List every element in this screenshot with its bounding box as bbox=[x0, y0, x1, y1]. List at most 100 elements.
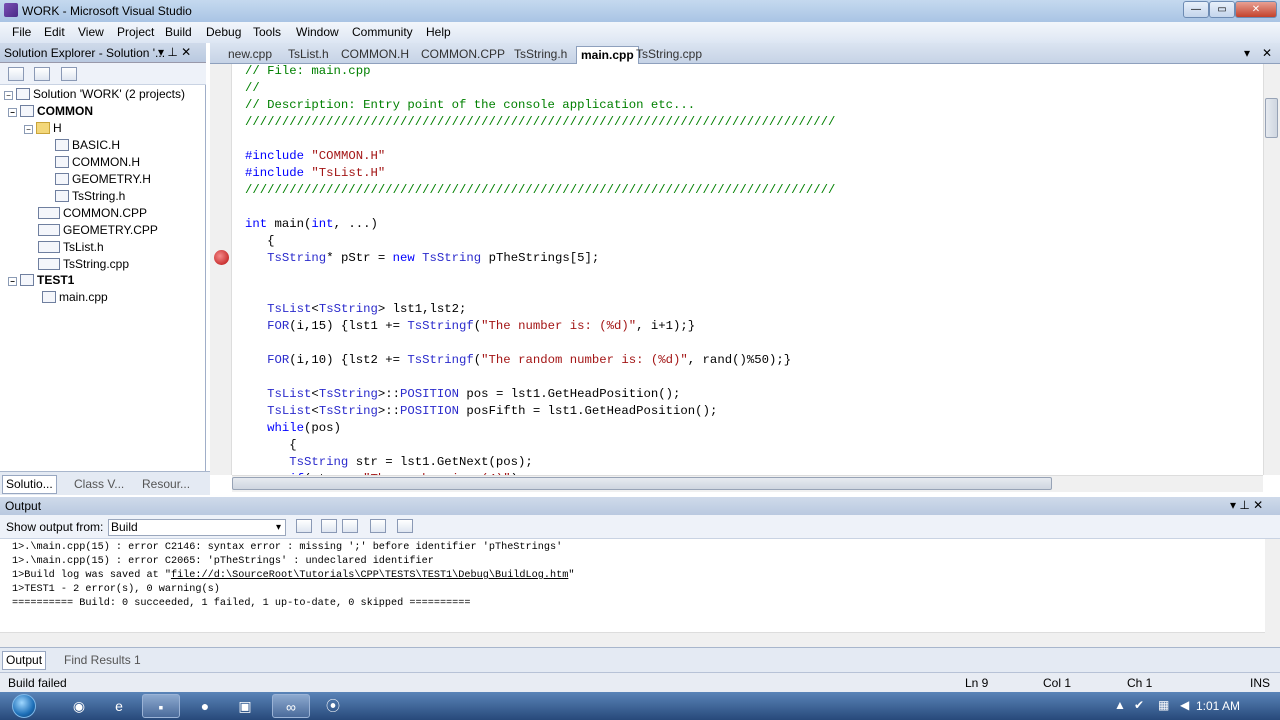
menu-community[interactable]: Community bbox=[352, 25, 413, 39]
menu-debug[interactable]: Debug bbox=[206, 25, 241, 39]
media-player-icon[interactable]: ◉ bbox=[60, 694, 98, 718]
window-title: WORK - Microsoft Visual Studio bbox=[22, 4, 192, 18]
breakpoint-icon[interactable] bbox=[214, 250, 229, 265]
tree-file-common-h[interactable]: COMMON.H bbox=[55, 154, 140, 170]
properties-icon[interactable] bbox=[8, 67, 24, 81]
tree-file-main-cpp[interactable]: main.cpp bbox=[42, 289, 108, 305]
previous-message-icon[interactable] bbox=[321, 519, 337, 533]
next-message-icon[interactable] bbox=[342, 519, 358, 533]
tree-project-test1[interactable]: − TEST1 bbox=[8, 272, 74, 288]
tab-tslist-h[interactable]: TsList.h bbox=[284, 46, 333, 64]
explorer-folder-icon[interactable]: ▣ bbox=[226, 694, 264, 718]
menu-file[interactable]: File bbox=[12, 25, 31, 39]
tray-sync-icon[interactable]: ✔ bbox=[1134, 698, 1144, 712]
find-message-icon[interactable] bbox=[296, 519, 312, 533]
code-line: TsList<TsString>::POSITION pos = lst1.Ge… bbox=[267, 387, 681, 401]
tree-file-tsstring-h[interactable]: TsString.h bbox=[55, 188, 125, 204]
internet-explorer-icon[interactable]: e bbox=[100, 694, 138, 718]
editor-horizontal-scroll-thumb[interactable] bbox=[232, 477, 1052, 490]
refresh-icon[interactable] bbox=[61, 67, 77, 81]
maximize-button[interactable]: ▭ bbox=[1209, 1, 1235, 18]
menu-help[interactable]: Help bbox=[426, 25, 451, 39]
close-button[interactable]: ✕ bbox=[1235, 1, 1277, 18]
minimize-button[interactable]: — bbox=[1183, 1, 1209, 18]
command-prompt-icon[interactable]: ▪ bbox=[142, 694, 180, 718]
cpp-file-icon bbox=[38, 224, 60, 236]
solution-explorer-tabs: Solutio... Class V... Resour... bbox=[0, 471, 210, 495]
show-output-label: Show output from: bbox=[6, 520, 104, 534]
code-line: // bbox=[245, 81, 260, 95]
header-file-icon bbox=[55, 190, 69, 202]
tree-project-common[interactable]: − COMMON bbox=[8, 103, 93, 119]
recording-app-icon[interactable]: ⦿ bbox=[314, 694, 352, 718]
code-line: while(pos) bbox=[267, 421, 341, 435]
tray-expand-icon[interactable]: ▲ bbox=[1114, 698, 1126, 712]
title-bar: WORK - Microsoft Visual Studio — ▭ ✕ bbox=[0, 0, 1280, 22]
code-line: ////////////////////////////////////////… bbox=[245, 183, 836, 197]
status-insert-mode: INS bbox=[1250, 676, 1271, 690]
solution-explorer-header: Solution Explorer - Solution '... ▾ ⊥ ✕ bbox=[0, 43, 206, 63]
tab-solution-explorer[interactable]: Solutio... bbox=[2, 475, 57, 494]
folder-icon bbox=[36, 122, 50, 134]
close-document-icon[interactable]: ✕ bbox=[1262, 46, 1272, 60]
output-line: 1>.\main.cpp(15) : error C2065: 'pTheStr… bbox=[12, 556, 434, 567]
start-button[interactable] bbox=[4, 692, 44, 720]
tab-new-cpp[interactable]: new.cpp bbox=[224, 46, 276, 64]
output-line: 1>Build log was saved at "file://d:\Sour… bbox=[12, 570, 575, 581]
tree-file-common-cpp[interactable]: COMMON.CPP bbox=[38, 205, 147, 221]
status-char: Ch 1 bbox=[1127, 676, 1153, 690]
menu-tools[interactable]: Tools bbox=[253, 25, 281, 39]
menu-build[interactable]: Build bbox=[165, 25, 192, 39]
panel-controls[interactable]: ▾ ⊥ ✕ bbox=[158, 45, 191, 59]
cpp-file-icon bbox=[38, 258, 60, 270]
code-line: TsList<TsString>::POSITION posFifth = ls… bbox=[267, 404, 718, 418]
code-line: #include "COMMON.H" bbox=[245, 149, 386, 163]
output-line: 1>TEST1 - 2 error(s), 0 warning(s) bbox=[12, 584, 220, 595]
output-source-select[interactable]: Build ▾ bbox=[108, 519, 286, 536]
menu-window[interactable]: Window bbox=[296, 25, 339, 39]
code-line: { bbox=[245, 438, 297, 452]
output-text[interactable]: 1>.\main.cpp(15) : error C2146: syntax e… bbox=[0, 539, 1265, 632]
tab-class-view[interactable]: Class V... bbox=[70, 475, 128, 494]
menu-project[interactable]: Project bbox=[117, 25, 154, 39]
tab-dropdown-icon[interactable]: ▾ bbox=[1244, 46, 1250, 60]
tree-file-tslist-h[interactable]: TsList.h bbox=[38, 239, 104, 255]
tree-solution[interactable]: − Solution 'WORK' (2 projects) bbox=[4, 86, 185, 102]
output-vertical-scrollbar[interactable] bbox=[1265, 539, 1280, 647]
panel-controls[interactable]: ▾ ⊥ ✕ bbox=[1230, 498, 1263, 512]
tab-tsstring-h[interactable]: TsString.h bbox=[510, 46, 571, 64]
editor-vertical-scroll-thumb[interactable] bbox=[1265, 98, 1278, 138]
chrome-icon[interactable]: ● bbox=[186, 694, 224, 718]
tab-main-cpp[interactable]: main.cpp bbox=[576, 46, 639, 64]
output-panel-header: Output ▾ ⊥ ✕ bbox=[0, 497, 1280, 515]
volume-icon[interactable]: ◀ bbox=[1180, 698, 1189, 712]
tree-file-geometry-cpp[interactable]: GEOMETRY.CPP bbox=[38, 222, 158, 238]
cpp-file-icon bbox=[42, 291, 56, 303]
tree-folder-h[interactable]: − H bbox=[24, 120, 62, 136]
tab-tsstring-cpp[interactable]: TsString.cpp bbox=[632, 46, 706, 64]
code-line: // File: main.cpp bbox=[245, 64, 371, 78]
code-line: FOR(i,15) {lst1 += TsStringf("The number… bbox=[267, 319, 696, 333]
tree-file-tsstring-cpp[interactable]: TsString.cpp bbox=[38, 256, 129, 272]
chevron-down-icon: ▾ bbox=[275, 522, 281, 533]
tab-output[interactable]: Output bbox=[2, 651, 47, 670]
network-icon[interactable]: ▦ bbox=[1158, 698, 1169, 712]
status-line: Ln 9 bbox=[965, 676, 989, 690]
tree-file-geometry-h[interactable]: GEOMETRY.H bbox=[55, 171, 151, 187]
tab-common-cpp[interactable]: COMMON.CPP bbox=[417, 46, 509, 64]
menu-edit[interactable]: Edit bbox=[44, 25, 65, 39]
menu-view[interactable]: View bbox=[78, 25, 104, 39]
tree-file-basic-h[interactable]: BASIC.H bbox=[55, 137, 120, 153]
taskbar-clock[interactable]: 1:01 AM bbox=[1196, 699, 1240, 713]
show-all-files-icon[interactable] bbox=[34, 67, 50, 81]
editor-gutter[interactable] bbox=[210, 64, 232, 475]
tab-common-h[interactable]: COMMON.H bbox=[337, 46, 413, 64]
word-wrap-icon[interactable] bbox=[397, 519, 413, 533]
output-title: Output bbox=[5, 499, 42, 513]
tab-find-results[interactable]: Find Results 1 bbox=[60, 651, 145, 670]
visual-studio-task-icon[interactable]: ∞ bbox=[272, 694, 310, 718]
clear-all-icon[interactable] bbox=[370, 519, 386, 533]
output-horizontal-scrollbar[interactable] bbox=[0, 632, 1265, 647]
tab-resource-view[interactable]: Resour... bbox=[138, 475, 194, 494]
build-log-link[interactable]: file://d:\SourceRoot\Tutorials\CPP\TESTS… bbox=[171, 570, 568, 581]
